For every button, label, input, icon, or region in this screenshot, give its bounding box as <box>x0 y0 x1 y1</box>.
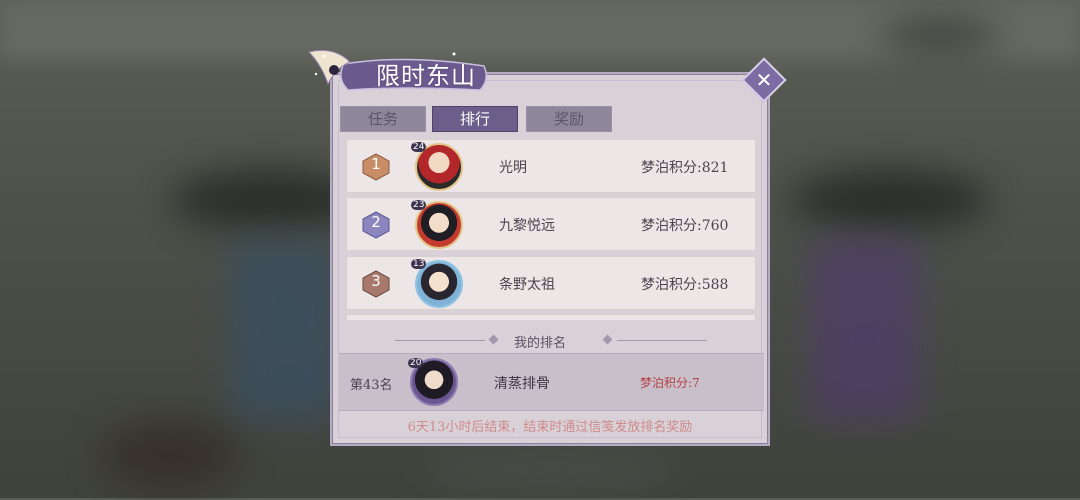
event-end-notice: 6天13小时后结束，结束时通过信笺发放排名奖励 <box>407 420 693 435</box>
player-level: 13 <box>411 259 427 269</box>
event-title: 限时东山 <box>376 62 476 90</box>
my-rank-label: 第43名 <box>350 378 393 393</box>
divider-line-right <box>617 340 707 341</box>
player-level: 23 <box>411 200 427 210</box>
leaderboard-row[interactable]: 2 23 九黎悦远 梦泊积分:760 <box>346 197 756 251</box>
tab-rewards[interactable]: 奖励 <box>526 106 612 132</box>
close-x-icon: ✕ <box>755 68 773 92</box>
rank-number: 3 <box>371 272 381 290</box>
background-building-right <box>810 240 920 420</box>
player-name: 条野太祖 <box>499 277 555 293</box>
my-score: 梦泊积分:7 <box>640 376 700 390</box>
player-score: 梦泊积分:821 <box>641 160 729 176</box>
leaderboard-row-partial <box>346 314 756 320</box>
leaderboard-row[interactable]: 1 24 光明 梦泊积分:821 <box>346 139 756 193</box>
rank-number: 1 <box>371 155 381 173</box>
leaderboard-row[interactable]: 3 13 条野太祖 梦泊积分:588 <box>346 256 756 310</box>
background-object-bottom-left <box>100 420 240 490</box>
rank-number: 2 <box>371 213 381 231</box>
tab-ranking[interactable]: 排行 <box>432 106 518 132</box>
my-name: 清蒸排骨 <box>494 376 550 392</box>
player-score: 梦泊积分:588 <box>641 277 729 293</box>
my-rank-row[interactable]: 第43名 20 清蒸排骨 梦泊积分:7 <box>338 353 764 411</box>
background-object-bottom <box>420 440 680 500</box>
player-name: 光明 <box>499 160 527 176</box>
player-score: 梦泊积分:760 <box>641 218 729 234</box>
background-building-left <box>230 240 340 420</box>
my-ranking-section-title: 我的排名 <box>513 336 566 351</box>
background-object-top-right <box>880 20 1000 50</box>
player-level: 24 <box>411 142 427 152</box>
background-roof-right <box>790 170 990 230</box>
my-level: 20 <box>408 358 424 368</box>
player-name: 九黎悦远 <box>499 218 555 234</box>
tab-tasks[interactable]: 任务 <box>340 106 426 132</box>
